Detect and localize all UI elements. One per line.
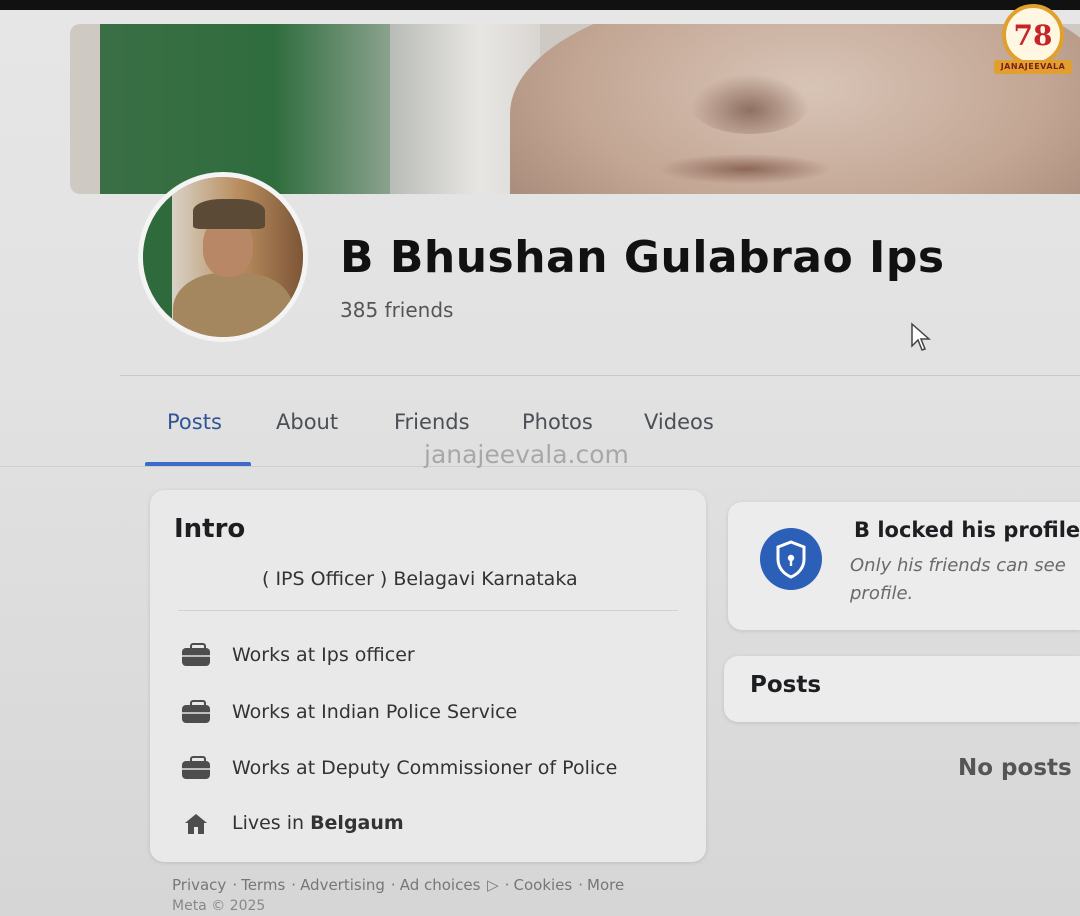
- briefcase-icon: [180, 755, 212, 781]
- posts-card: Posts: [724, 656, 1080, 722]
- watermark-text: janajeevala.com: [424, 440, 629, 469]
- intro-item-work: Works at Deputy Commissioner of Police: [180, 755, 617, 781]
- profile-name: B Bhushan Gulabrao Ips: [340, 232, 945, 283]
- footer-link-ad-choices[interactable]: Ad choices: [400, 876, 481, 894]
- cover-photo[interactable]: [70, 24, 1080, 194]
- cover-flag: [100, 24, 390, 194]
- briefcase-icon: [180, 699, 212, 725]
- home-icon: [180, 810, 212, 836]
- header-divider: [120, 375, 1080, 376]
- locked-profile-card: B locked his profile Only his friends ca…: [728, 502, 1080, 630]
- mouse-cursor-icon: [911, 322, 931, 351]
- intro-item-text[interactable]: Works at Deputy Commissioner of Police: [232, 757, 617, 779]
- footer-link-privacy[interactable]: Privacy: [172, 876, 226, 894]
- intro-item-lives: Lives in Belgaum: [180, 810, 404, 836]
- intro-card: Intro ( IPS Officer ) Belagavi Karnataka…: [150, 490, 706, 862]
- top-bar: [0, 0, 1080, 10]
- locked-subtitle: Only his friends can see profile.: [850, 555, 1066, 604]
- footer-meta: Meta © 2025: [172, 898, 266, 914]
- footer-link-advertising[interactable]: Advertising: [300, 876, 385, 894]
- intro-item-work: Works at Indian Police Service: [180, 699, 517, 725]
- logo-ribbon: JANAJEEVALA: [994, 60, 1072, 74]
- no-posts-text: No posts: [958, 755, 1072, 781]
- intro-separator: [178, 610, 678, 611]
- tab-posts[interactable]: Posts: [167, 410, 222, 434]
- lives-in-place[interactable]: Belgaum: [310, 812, 404, 834]
- ad-choices-icon: ▷: [482, 876, 499, 894]
- intro-item-text[interactable]: Works at Indian Police Service: [232, 701, 517, 723]
- intro-item-work: Works at Ips officer: [180, 642, 415, 668]
- footer-link-cookies[interactable]: Cookies: [513, 876, 572, 894]
- intro-bio: ( IPS Officer ) Belagavi Karnataka: [262, 568, 578, 590]
- briefcase-icon: [180, 642, 212, 668]
- intro-item-text[interactable]: Works at Ips officer: [232, 644, 415, 666]
- tab-videos[interactable]: Videos: [644, 410, 714, 434]
- footer-links: Privacy · Terms · Advertising · Ad choices ▷ · C…: [172, 876, 625, 894]
- tab-photos[interactable]: Photos: [522, 410, 593, 434]
- posts-title: Posts: [750, 672, 822, 698]
- footer-link-terms[interactable]: Terms: [241, 876, 285, 894]
- lives-in-label: Lives in: [232, 812, 305, 834]
- friends-count[interactable]: 385 friends: [340, 298, 453, 322]
- logo-seal: 78: [1002, 4, 1064, 66]
- locked-title: B locked his profile: [854, 518, 1080, 542]
- shield-icon: [760, 528, 822, 590]
- footer-link-more[interactable]: More: [587, 876, 624, 894]
- tab-about[interactable]: About: [276, 410, 338, 434]
- avatar[interactable]: [138, 172, 308, 342]
- intro-title: Intro: [174, 514, 246, 544]
- watermark-logo: 78 JANAJEEVALA: [992, 4, 1072, 76]
- logo-number: 78: [1013, 18, 1053, 52]
- tab-friends[interactable]: Friends: [394, 410, 470, 434]
